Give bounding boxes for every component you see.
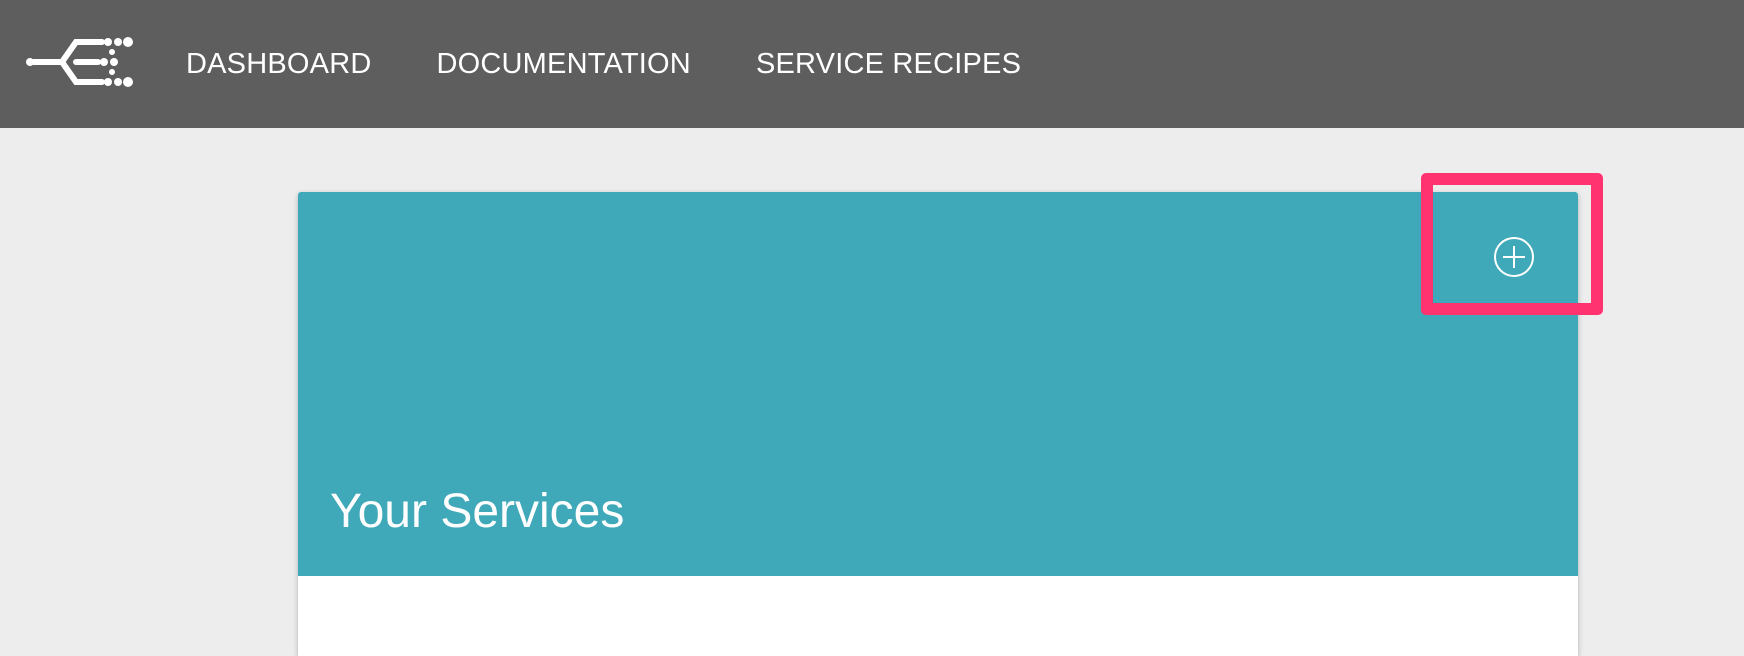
plus-circle-icon xyxy=(1494,237,1534,277)
top-navbar: DASHBOARD DOCUMENTATION SERVICE RECIPES xyxy=(0,0,1744,128)
add-service-button[interactable] xyxy=(1492,235,1536,279)
services-card-header: Your Services xyxy=(298,192,1578,576)
nav-documentation[interactable]: DOCUMENTATION xyxy=(437,48,691,81)
page-title: Your Services xyxy=(330,485,625,538)
services-card: Your Services xyxy=(298,192,1578,656)
nav-service-recipes[interactable]: SERVICE RECIPES xyxy=(756,48,1021,81)
nav-dashboard[interactable]: DASHBOARD xyxy=(186,48,372,81)
logo-icon[interactable] xyxy=(24,34,134,90)
main-nav: DASHBOARD DOCUMENTATION SERVICE RECIPES xyxy=(186,0,1086,128)
